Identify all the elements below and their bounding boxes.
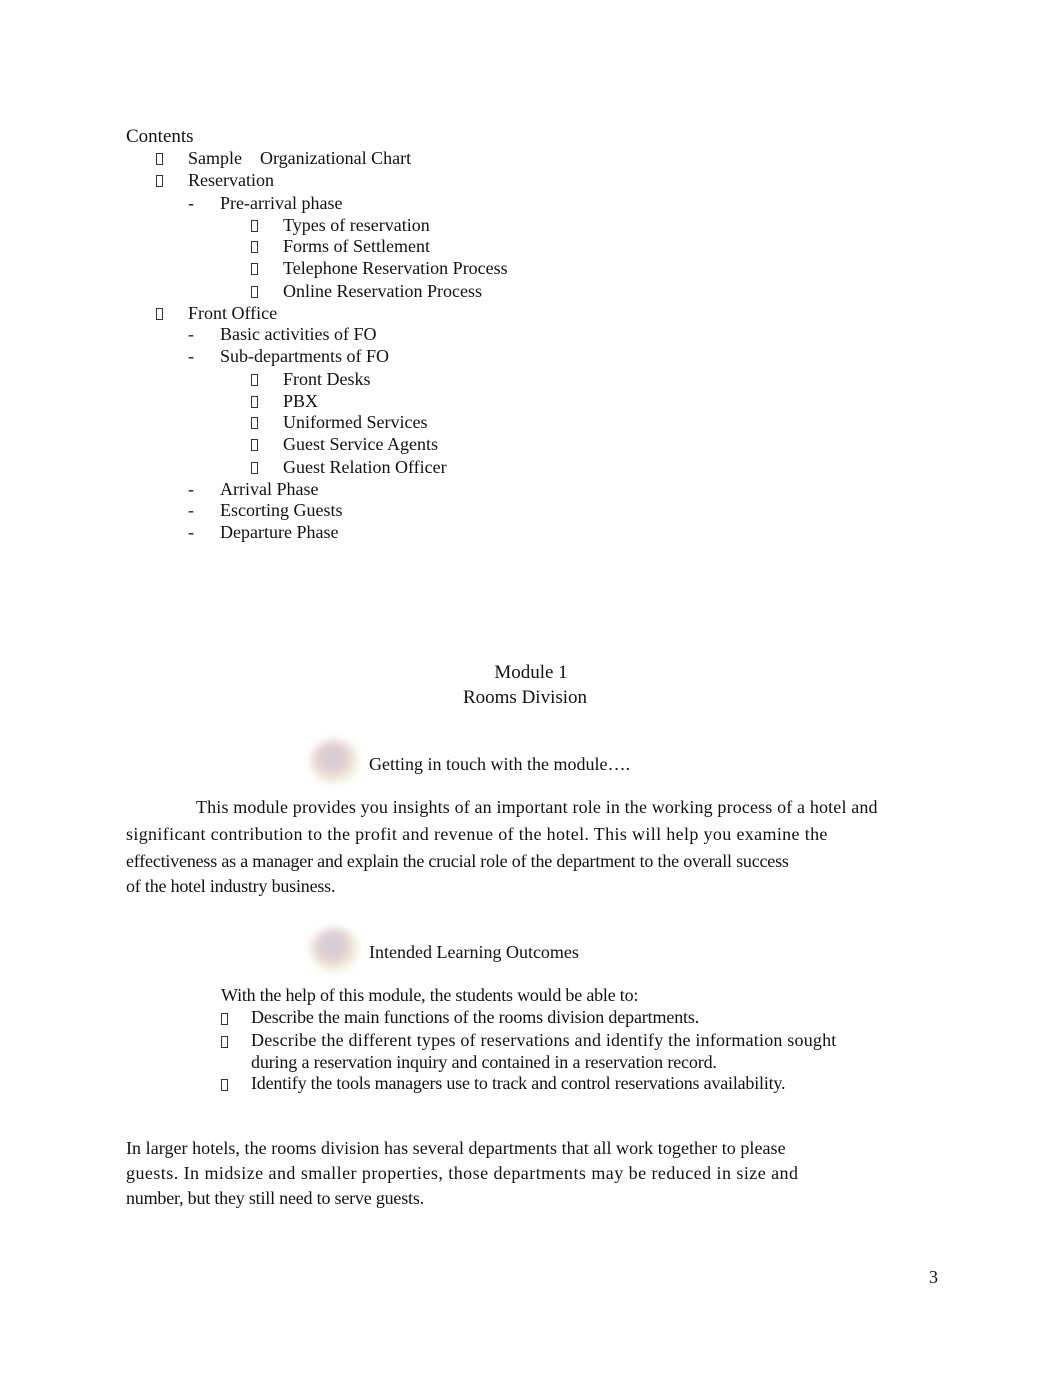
closing-line: guests. In midsize and smaller propertie… xyxy=(126,1163,799,1183)
dash-marker: - xyxy=(188,346,194,366)
intro-heading: Getting in touch with the module…. xyxy=(369,754,630,774)
bullet-icon xyxy=(251,220,258,232)
toc-item[interactable]: Guest Service Agents xyxy=(283,434,438,455)
dash-marker: - xyxy=(188,522,194,542)
bullet-icon xyxy=(221,1013,228,1025)
module-title: Rooms Division xyxy=(462,687,588,708)
outcome-item: Identify the tools managers use to track… xyxy=(251,1073,786,1093)
bullet-icon xyxy=(251,439,258,451)
colorful-blob-icon xyxy=(310,928,360,972)
module-number: Module 1 xyxy=(494,662,568,683)
toc-item[interactable]: Sample Organizational Chart xyxy=(188,148,411,169)
outcomes-heading: Intended Learning Outcomes xyxy=(369,942,579,962)
toc-item[interactable]: Front Desks xyxy=(283,369,371,390)
intro-line: of the hotel industry business. xyxy=(126,876,336,896)
bullet-icon xyxy=(221,1079,228,1091)
contents-heading: Contents xyxy=(126,126,194,147)
toc-item[interactable]: Arrival Phase xyxy=(220,479,318,500)
toc-item[interactable]: Telephone Reservation Process xyxy=(283,258,508,279)
toc-item[interactable]: Types of reservation xyxy=(283,215,430,236)
toc-item[interactable]: PBX xyxy=(283,391,318,412)
toc-item[interactable]: Basic activities of FO xyxy=(220,324,376,345)
bullet-icon xyxy=(156,153,163,165)
bullet-icon xyxy=(156,308,163,320)
dash-marker: - xyxy=(188,500,194,520)
toc-item[interactable]: Front Office xyxy=(188,303,277,324)
toc-item[interactable]: Guest Relation Officer xyxy=(283,457,447,478)
bullet-icon xyxy=(251,374,258,386)
closing-line: In larger hotels, the rooms division has… xyxy=(126,1138,786,1158)
dash-marker: - xyxy=(188,324,194,344)
bullet-icon xyxy=(251,263,258,275)
outcomes-lead: With the help of this module, the studen… xyxy=(221,985,639,1005)
bullet-icon xyxy=(251,462,258,474)
toc-item[interactable]: Online Reservation Process xyxy=(283,281,482,302)
bullet-icon xyxy=(251,396,258,408)
closing-line: number, but they still need to serve gue… xyxy=(126,1188,424,1208)
intro-line: This module provides you insights of an … xyxy=(196,797,878,817)
page-number: 3 xyxy=(929,1267,938,1287)
bullet-icon xyxy=(251,241,258,253)
toc-item[interactable]: Escorting Guests xyxy=(220,500,342,521)
toc-item[interactable]: Reservation xyxy=(188,170,274,191)
bullet-icon xyxy=(251,417,258,429)
toc-item[interactable]: Departure Phase xyxy=(220,522,338,543)
intro-line: significant contribution to the profit a… xyxy=(126,824,828,844)
dash-marker: - xyxy=(188,479,194,499)
dash-marker: - xyxy=(188,193,194,213)
outcome-item: Describe the main functions of the rooms… xyxy=(251,1007,700,1027)
toc-item[interactable]: Forms of Settlement xyxy=(283,236,430,257)
toc-item[interactable]: Sub-departments of FO xyxy=(220,346,389,367)
outcome-item: Describe the different types of reservat… xyxy=(251,1030,837,1050)
intro-line: effectiveness as a manager and explain t… xyxy=(126,851,789,871)
outcome-item-continued: during a reservation inquiry and contain… xyxy=(251,1052,717,1072)
toc-item[interactable]: Pre-arrival phase xyxy=(220,193,342,214)
toc-item[interactable]: Uniformed Services xyxy=(283,412,427,433)
colorful-blob-icon xyxy=(310,740,360,784)
bullet-icon xyxy=(156,175,163,187)
bullet-icon xyxy=(251,286,258,298)
bullet-icon xyxy=(221,1036,228,1048)
